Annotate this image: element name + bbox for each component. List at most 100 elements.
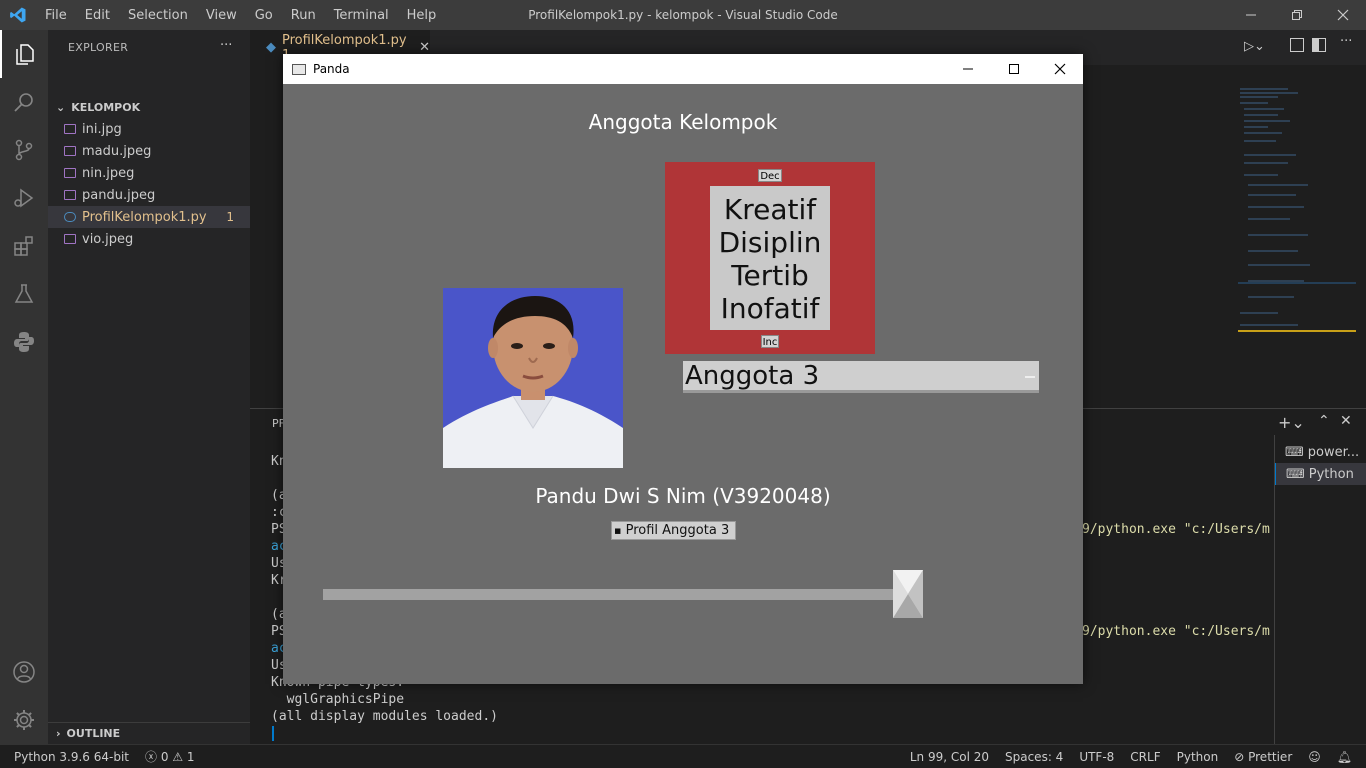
value-list[interactable]: Kreatif Disiplin Tertib Inofatif bbox=[710, 186, 830, 330]
run-file-icon[interactable]: ▷⌄ bbox=[1244, 39, 1265, 54]
file-item[interactable]: ini.jpg bbox=[48, 118, 250, 140]
python-interpreter[interactable]: Python 3.9.6 64-bit bbox=[0, 750, 137, 764]
more-actions-icon[interactable]: ··· bbox=[1340, 34, 1352, 49]
cursor-position[interactable]: Ln 99, Col 20 bbox=[902, 750, 997, 764]
flask-icon bbox=[14, 284, 34, 303]
source-control-icon bbox=[15, 139, 33, 161]
problem-count-badge: 1 bbox=[226, 210, 234, 224]
close-tab-icon[interactable]: ✕ bbox=[419, 40, 430, 55]
file-item-active[interactable]: ProfilKelompok1.py 1 bbox=[48, 206, 250, 228]
new-terminal-icon[interactable]: +⌄ bbox=[1278, 413, 1305, 432]
file-item[interactable]: madu.jpeg bbox=[48, 140, 250, 162]
accounts-activity[interactable] bbox=[0, 648, 48, 696]
close-icon bbox=[1337, 9, 1349, 21]
notifications-icon[interactable]: 🔔︎ bbox=[1329, 750, 1366, 764]
python-file-icon bbox=[64, 212, 76, 222]
file-item[interactable]: vio.jpeg bbox=[48, 228, 250, 250]
close-panel-icon[interactable]: ✕ bbox=[1340, 413, 1352, 429]
problems-indicator[interactable]: ⓧ 0 ⚠ 1 bbox=[137, 748, 203, 765]
outline-header[interactable]: › OUTLINE bbox=[48, 722, 250, 744]
chevron-right-icon: › bbox=[56, 727, 61, 740]
menu-view[interactable]: View bbox=[197, 8, 246, 23]
file-item[interactable]: pandu.jpeg bbox=[48, 184, 250, 206]
list-item: Disiplin bbox=[718, 226, 822, 259]
checkbox-label: Profil Anggota 3 bbox=[625, 523, 730, 538]
python-activity[interactable] bbox=[0, 318, 48, 366]
terminal-list: ⌨ power... ⌨ Python bbox=[1274, 435, 1366, 745]
terminal-line: (all display modules loaded.) bbox=[271, 709, 498, 724]
feedback-icon[interactable]: ☺ bbox=[1300, 750, 1329, 764]
terminal-icon: ⌨ bbox=[1285, 444, 1304, 460]
open-preview-icon[interactable] bbox=[1290, 38, 1304, 52]
language-mode[interactable]: Python bbox=[1169, 750, 1227, 764]
panda-title-bar: Panda bbox=[283, 54, 1083, 84]
menu-edit[interactable]: Edit bbox=[76, 8, 119, 23]
file-name: vio.jpeg bbox=[82, 231, 134, 247]
menu-file[interactable]: File bbox=[36, 8, 76, 23]
member-name: Pandu Dwi S Nim (V3920048) bbox=[535, 484, 831, 508]
folder-header[interactable]: ⌄ KELOMPOK bbox=[48, 96, 250, 118]
image-file-icon bbox=[64, 190, 76, 200]
encoding[interactable]: UTF-8 bbox=[1071, 750, 1122, 764]
member-entry[interactable]: Anggota 3 bbox=[683, 361, 1039, 393]
panda-maximize-button[interactable] bbox=[991, 54, 1037, 84]
terminal-command: 9/python.exe "c:/Users/m bbox=[1082, 522, 1270, 537]
more-actions-icon[interactable]: ··· bbox=[220, 38, 232, 53]
terminal-icon: ⌨ bbox=[1286, 466, 1305, 482]
menu-run[interactable]: Run bbox=[282, 8, 325, 23]
end-of-line[interactable]: CRLF bbox=[1122, 750, 1168, 764]
panda-title: Panda bbox=[313, 62, 350, 76]
menu-help[interactable]: Help bbox=[398, 8, 446, 23]
split-editor-icon[interactable] bbox=[1312, 38, 1326, 52]
menu-go[interactable]: Go bbox=[246, 8, 282, 23]
panda-minimize-button[interactable] bbox=[945, 54, 991, 84]
run-debug-icon bbox=[14, 188, 34, 208]
close-window-button[interactable] bbox=[1320, 0, 1366, 30]
slider-thumb[interactable] bbox=[893, 570, 923, 618]
prettier-status[interactable]: ⊘ Prettier bbox=[1226, 750, 1300, 764]
minimize-icon bbox=[963, 68, 973, 70]
explorer-activity[interactable] bbox=[0, 30, 48, 78]
file-name: ProfilKelompok1.py bbox=[82, 209, 207, 225]
explorer-sidebar: EXPLORER ··· ⌄ KELOMPOK ini.jpg madu.jpe… bbox=[48, 30, 250, 744]
source-control-activity[interactable] bbox=[0, 126, 48, 174]
slider-thumb-shape bbox=[893, 570, 923, 618]
close-icon bbox=[1054, 63, 1066, 75]
minimize-button[interactable] bbox=[1228, 0, 1274, 30]
chevron-down-icon: ⌄ bbox=[56, 100, 66, 114]
terminal-item-python[interactable]: ⌨ Python bbox=[1275, 463, 1366, 485]
extensions-activity[interactable] bbox=[0, 222, 48, 270]
panda-window: Panda Anggota Kelompok Dec Kreatif Disip… bbox=[283, 54, 1083, 684]
file-item[interactable]: nin.jpeg bbox=[48, 162, 250, 184]
file-name: pandu.jpeg bbox=[82, 187, 156, 203]
manage-activity[interactable] bbox=[0, 696, 48, 744]
menu-selection[interactable]: Selection bbox=[119, 8, 197, 23]
restore-button[interactable] bbox=[1274, 0, 1320, 30]
file-name: ini.jpg bbox=[82, 121, 122, 137]
restore-icon bbox=[1292, 10, 1302, 20]
error-count: 0 bbox=[160, 750, 169, 764]
warning-count: 1 bbox=[186, 750, 195, 764]
explorer-title: EXPLORER bbox=[68, 41, 129, 54]
search-activity[interactable] bbox=[0, 78, 48, 126]
run-debug-activity[interactable] bbox=[0, 174, 48, 222]
gear-icon bbox=[14, 710, 34, 730]
dec-button[interactable]: Dec bbox=[758, 169, 782, 182]
list-item: Tertib bbox=[731, 259, 809, 292]
terminal-item-powershell[interactable]: ⌨ power... bbox=[1275, 441, 1366, 463]
image-file-icon bbox=[64, 168, 76, 178]
indentation[interactable]: Spaces: 4 bbox=[997, 750, 1071, 764]
inc-button[interactable]: Inc bbox=[761, 335, 779, 348]
panda-close-button[interactable] bbox=[1037, 54, 1083, 84]
maximize-panel-icon[interactable]: ⌃ bbox=[1318, 413, 1330, 429]
folder-name: KELOMPOK bbox=[71, 100, 141, 114]
image-file-icon bbox=[64, 234, 76, 244]
slider-track[interactable] bbox=[323, 589, 903, 600]
testing-activity[interactable] bbox=[0, 270, 48, 318]
member-photo bbox=[443, 288, 623, 468]
profile-checkbox-button[interactable]: ▪ Profil Anggota 3 bbox=[611, 521, 736, 540]
list-item: Inofatif bbox=[720, 292, 820, 325]
menu-terminal[interactable]: Terminal bbox=[325, 8, 398, 23]
terminal-cursor bbox=[272, 726, 274, 741]
minimap[interactable] bbox=[1238, 85, 1356, 345]
